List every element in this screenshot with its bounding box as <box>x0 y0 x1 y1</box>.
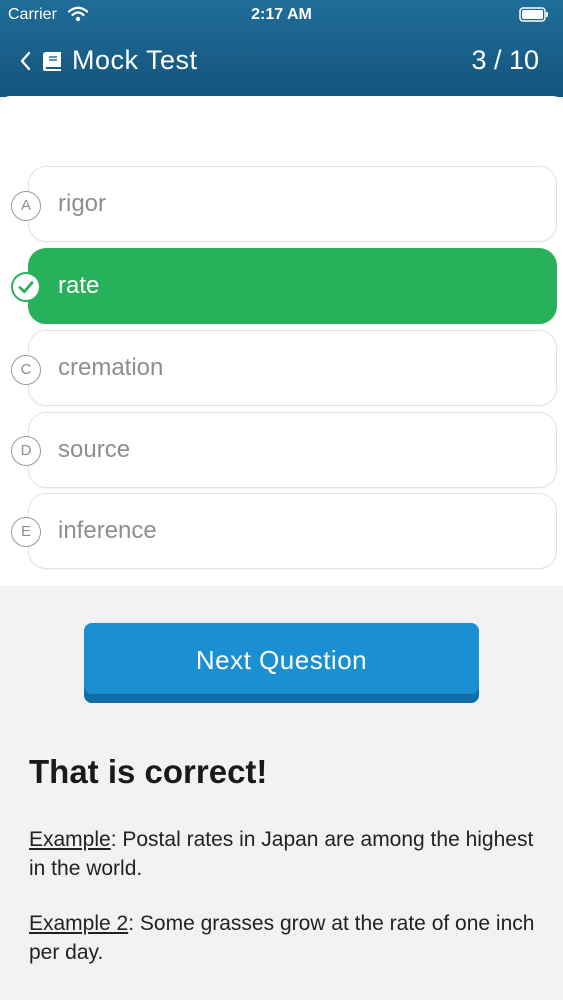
option-letter-d-icon: D <box>11 436 41 466</box>
back-chevron-icon[interactable] <box>18 50 32 72</box>
battery-icon <box>519 7 548 22</box>
options-panel: rigor A rate cremation C source D infere… <box>0 96 563 586</box>
status-bar: Carrier 2:17 AM <box>0 0 563 30</box>
option-text: rigor <box>58 190 107 217</box>
status-time: 2:17 AM <box>251 6 312 23</box>
option-b-correct[interactable]: rate <box>28 248 557 324</box>
question-counter: 3 / 10 <box>471 45 539 75</box>
nav-bar: Mock Test 3 / 10 <box>0 38 563 86</box>
header: Carrier 2:17 AM Mock Test 3 / 10 <box>0 0 563 97</box>
option-letter-c-icon: C <box>11 355 41 385</box>
book-icon <box>43 52 61 71</box>
next-question-button[interactable]: Next Question <box>84 623 479 703</box>
feedback-title: That is correct! <box>29 753 268 790</box>
option-text: source <box>58 436 131 463</box>
option-a[interactable]: rigor <box>28 166 557 242</box>
option-e[interactable]: inference <box>28 493 557 569</box>
option-d[interactable]: source <box>28 412 557 488</box>
example-1: Example: Postal rates in Japan are among… <box>29 825 539 883</box>
option-text: rate <box>58 272 100 299</box>
check-circle-icon <box>11 272 41 302</box>
option-letter-e-icon: E <box>11 517 41 547</box>
example-1-label: Example <box>29 828 111 851</box>
option-text: inference <box>58 517 157 544</box>
example-2-label: Example 2 <box>29 912 129 935</box>
option-c[interactable]: cremation <box>28 330 557 406</box>
option-letter-a-icon: A <box>11 191 41 221</box>
page-title: Mock Test <box>72 45 198 75</box>
option-text: cremation <box>58 354 164 381</box>
example-2: Example 2: Some grasses grow at the rate… <box>29 909 539 967</box>
